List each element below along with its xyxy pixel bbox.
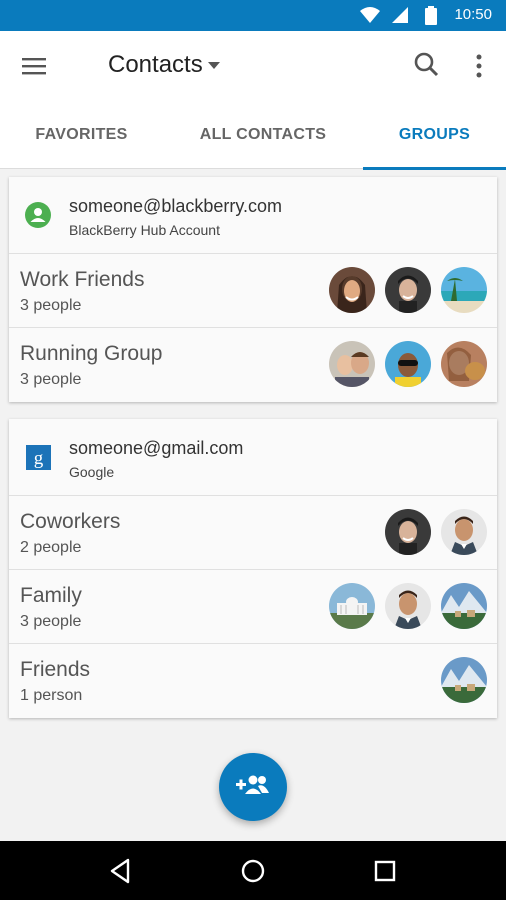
group-count: 3 people	[20, 297, 82, 314]
group-avatars	[329, 583, 487, 629]
avatar	[385, 267, 431, 313]
avatar	[441, 267, 487, 313]
add-group-icon	[236, 773, 270, 802]
avatar	[329, 267, 375, 313]
avatar	[441, 657, 487, 703]
active-tab-indicator	[363, 167, 506, 170]
group-avatars	[385, 509, 487, 555]
status-time: 10:50	[454, 6, 492, 23]
group-row-family[interactable]: Family 3 people	[9, 570, 497, 644]
group-name: Family	[20, 584, 82, 607]
group-count: 2 people	[20, 539, 82, 556]
tab-groups-label: GROUPS	[398, 126, 471, 143]
account-type: BlackBerry Hub Account	[69, 222, 220, 238]
avatar	[385, 509, 431, 555]
group-avatars	[329, 267, 487, 313]
tab-bar: FAVORITES ALL CONTACTS GROUPS	[0, 101, 506, 170]
add-group-button[interactable]	[219, 753, 287, 821]
avatar	[385, 341, 431, 387]
group-count: 1 person	[20, 687, 83, 704]
system-nav-bar	[0, 841, 506, 900]
back-icon[interactable]	[104, 855, 136, 887]
account-header: someone@blackberry.com BlackBerry Hub Ac…	[9, 177, 497, 254]
more-vert-icon[interactable]	[468, 47, 490, 83]
svg-text:g: g	[34, 448, 44, 469]
recents-icon[interactable]	[369, 855, 401, 887]
avatar	[329, 583, 375, 629]
group-row-friends[interactable]: Friends 1 person	[9, 644, 497, 718]
group-row-work-friends[interactable]: Work Friends 3 people	[9, 254, 497, 328]
search-icon[interactable]	[410, 47, 444, 83]
avatar	[329, 341, 375, 387]
account-header: g someone@gmail.com Google	[9, 419, 497, 496]
home-icon[interactable]	[237, 855, 269, 887]
group-name: Work Friends	[20, 268, 145, 291]
group-name: Friends	[20, 658, 91, 681]
group-avatars	[329, 341, 487, 387]
hamburger-menu-icon[interactable]	[14, 49, 54, 83]
page-title[interactable]: Contacts	[108, 51, 203, 79]
avatar	[441, 509, 487, 555]
avatar	[441, 583, 487, 629]
avatar	[441, 341, 487, 387]
group-avatars	[441, 657, 487, 703]
group-row-coworkers[interactable]: Coworkers 2 people	[9, 496, 497, 570]
group-name: Coworkers	[20, 510, 121, 533]
group-count: 3 people	[20, 371, 82, 388]
status-bar: 10:50	[0, 0, 506, 31]
tab-all-contacts-label: ALL CONTACTS	[199, 126, 327, 143]
tab-favorites-label: FAVORITES	[35, 126, 128, 143]
signal-icon	[392, 6, 409, 29]
group-name: Running Group	[20, 342, 163, 365]
account-card-blackberry: someone@blackberry.com BlackBerry Hub Ac…	[9, 177, 497, 402]
avatar	[385, 583, 431, 629]
account-card-google: g someone@gmail.com Google Coworkers 2 p…	[9, 419, 497, 718]
account-person-icon	[25, 202, 51, 233]
wifi-icon	[360, 6, 380, 29]
battery-icon	[425, 6, 437, 30]
account-email: someone@blackberry.com	[69, 196, 283, 216]
tab-groups[interactable]: GROUPS	[363, 101, 506, 170]
chevron-down-icon[interactable]	[208, 62, 220, 69]
group-count: 3 people	[20, 613, 82, 630]
tab-all-contacts[interactable]: ALL CONTACTS	[163, 101, 363, 169]
tab-favorites[interactable]: FAVORITES	[0, 101, 163, 169]
app-bar: Contacts	[0, 31, 506, 101]
account-type: Google	[69, 464, 115, 480]
account-email: someone@gmail.com	[69, 438, 244, 458]
group-row-running-group[interactable]: Running Group 3 people	[9, 328, 497, 402]
google-g-icon: g	[26, 445, 51, 475]
